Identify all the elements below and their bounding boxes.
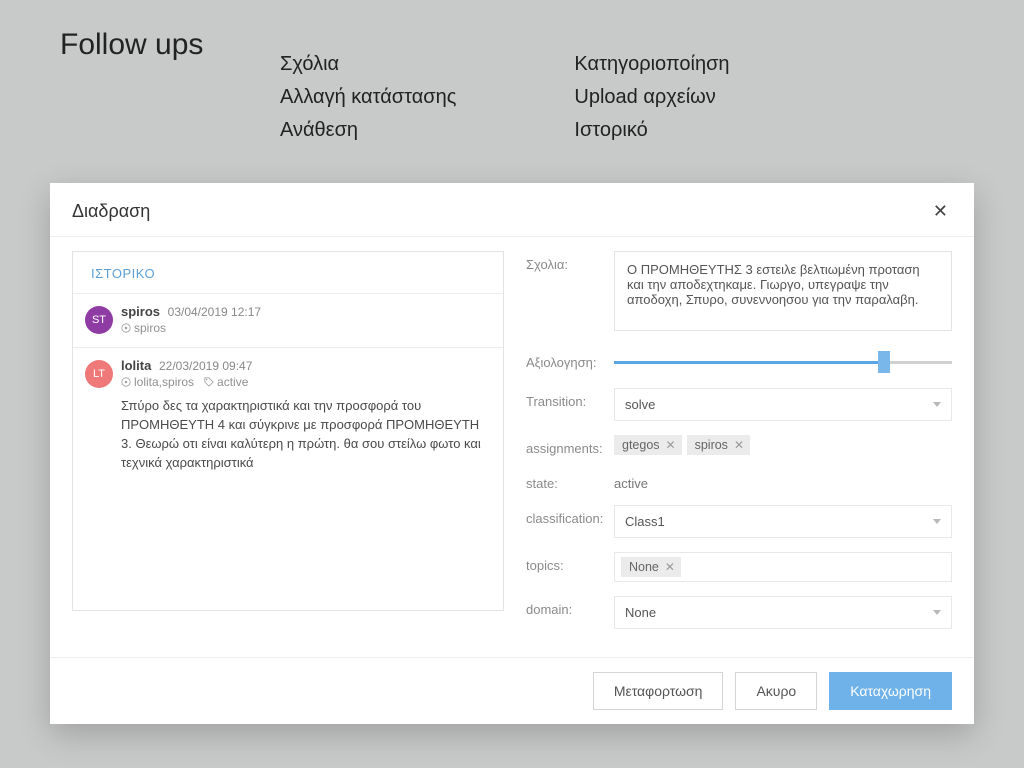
classification-value: Class1 <box>625 514 665 529</box>
chevron-down-icon <box>933 402 941 407</box>
assignee-meta: lolita,spiros <box>121 375 194 389</box>
feature-item: Ιστορικό <box>574 114 729 147</box>
state-value: active <box>614 470 952 491</box>
feature-col-1: Σχόλια Αλλαγή κατάστασης Ανάθεση <box>280 48 456 147</box>
assignments-label: assignments: <box>526 435 614 456</box>
classification-label: classification: <box>526 505 614 526</box>
cancel-button[interactable]: Ακυρο <box>735 672 817 710</box>
close-icon[interactable]: ✕ <box>929 197 952 226</box>
chevron-down-icon <box>933 610 941 615</box>
modal-title: Διαδραση <box>72 201 150 222</box>
tag-meta: active <box>204 375 248 389</box>
assignments-chips[interactable]: gtegos ✕ spiros ✕ <box>614 435 952 455</box>
comments-input[interactable] <box>614 251 952 331</box>
feature-item: Αλλαγή κατάστασης <box>280 81 456 114</box>
feature-item: Ανάθεση <box>280 114 456 147</box>
chip[interactable]: spiros ✕ <box>687 435 750 455</box>
divider <box>50 236 974 237</box>
feature-item: Upload αρχείων <box>574 81 729 114</box>
domain-value: None <box>625 605 656 620</box>
entry-assignees: lolita,spiros <box>134 375 194 389</box>
entry-text: Σπύρο δες τα χαρακτηριστικά και την προσ… <box>121 397 489 472</box>
page-header: Follow ups Σχόλια Αλλαγή κατάστασης Ανάθ… <box>0 0 1024 147</box>
comments-label: Σχολια: <box>526 251 614 272</box>
rating-label: Αξιολογηση: <box>526 355 614 370</box>
interaction-modal: Διαδραση ✕ ΙΣΤΟΡΙΚΟ ST spiros 03/04/2019… <box>50 183 974 724</box>
state-label: state: <box>526 470 614 491</box>
feature-item: Σχόλια <box>280 48 456 81</box>
domain-label: domain: <box>526 596 614 617</box>
assignee-meta: spiros <box>121 321 166 335</box>
topics-label: topics: <box>526 552 614 573</box>
modal-header: Διαδραση ✕ <box>50 183 974 236</box>
feature-col-2: Κατηγοριοποίηση Upload αρχείων Ιστορικό <box>574 48 729 147</box>
entry-tag: active <box>217 375 248 389</box>
classification-select[interactable]: Class1 <box>614 505 952 538</box>
target-icon <box>121 377 131 387</box>
chip-remove-icon[interactable]: ✕ <box>666 438 676 452</box>
transition-value: solve <box>625 397 655 412</box>
entry-assignees: spiros <box>134 321 166 335</box>
upload-button[interactable]: Μεταφορτωση <box>593 672 724 710</box>
modal-body: ΙΣΤΟΡΙΚΟ ST spiros 03/04/2019 12:17 spir… <box>50 247 974 657</box>
entry-date: 22/03/2019 09:47 <box>159 359 252 373</box>
chip[interactable]: None ✕ <box>621 557 681 577</box>
slider-thumb[interactable] <box>878 351 890 373</box>
domain-select[interactable]: None <box>614 596 952 629</box>
topics-chips[interactable]: None ✕ <box>614 552 952 582</box>
history-entry: ST spiros 03/04/2019 12:17 spiros <box>73 293 503 347</box>
rating-slider[interactable] <box>614 350 952 374</box>
feature-columns: Σχόλια Αλλαγή κατάστασης Ανάθεση Κατηγορ… <box>60 48 964 147</box>
tag-icon <box>204 377 214 387</box>
transition-label: Transition: <box>526 388 614 409</box>
entry-date: 03/04/2019 12:17 <box>168 305 261 319</box>
interaction-form: Σχολια: Αξιολογηση: Transition: <box>526 251 952 657</box>
submit-button[interactable]: Καταχωρηση <box>829 672 952 710</box>
avatar: LT <box>85 360 113 388</box>
feature-item: Κατηγοριοποίηση <box>574 48 729 81</box>
target-icon <box>121 323 131 333</box>
history-header: ΙΣΤΟΡΙΚΟ <box>73 252 503 293</box>
avatar: ST <box>85 306 113 334</box>
entry-user: lolita <box>121 358 151 373</box>
modal-footer: Μεταφορτωση Ακυρο Καταχωρηση <box>50 657 974 724</box>
history-panel: ΙΣΤΟΡΙΚΟ ST spiros 03/04/2019 12:17 spir… <box>72 251 504 611</box>
chevron-down-icon <box>933 519 941 524</box>
transition-select[interactable]: solve <box>614 388 952 421</box>
entry-user: spiros <box>121 304 160 319</box>
chip-remove-icon[interactable]: ✕ <box>665 560 675 574</box>
chip[interactable]: gtegos ✕ <box>614 435 682 455</box>
history-entry: LT lolita 22/03/2019 09:47 lolita,spiros <box>73 347 503 484</box>
chip-remove-icon[interactable]: ✕ <box>734 438 744 452</box>
